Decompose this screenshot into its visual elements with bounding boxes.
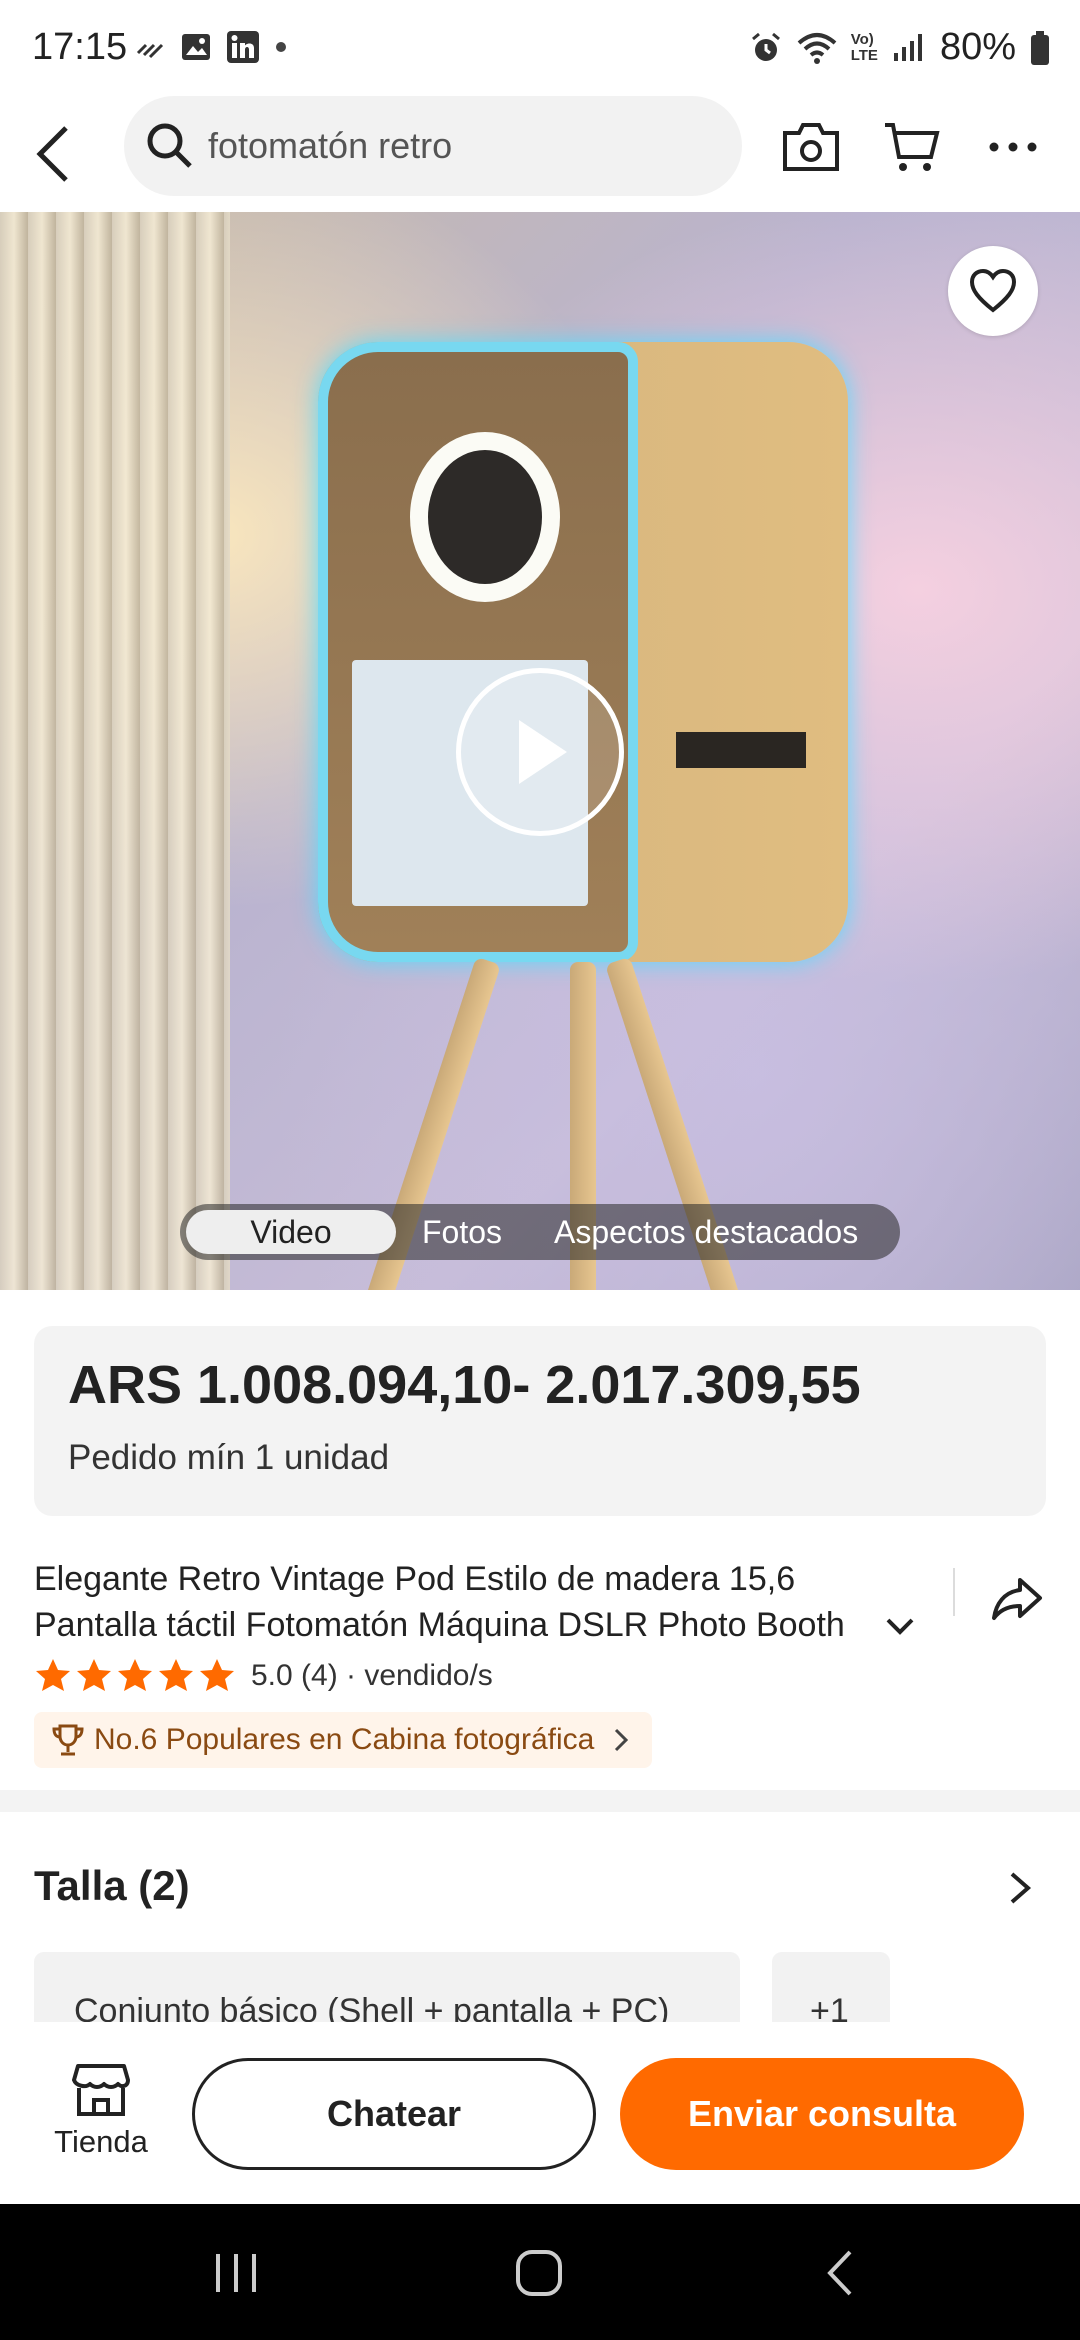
photo-booth-ring-light (410, 432, 560, 602)
store-icon (72, 2064, 130, 2116)
battery-icon (1031, 30, 1049, 65)
more-icon (989, 142, 1037, 152)
background-curtain (0, 212, 230, 1290)
battery-percent: 80% (939, 26, 1016, 68)
play-icon (519, 720, 567, 784)
search-icon (147, 123, 192, 168)
ranking-badge[interactable]: No.6 Populares en Cabina fotográfica (34, 1712, 653, 1768)
search-query: fotomatón retro (208, 125, 453, 166)
product-title[interactable]: Elegante Retro Vintage Pod Estilo de mad… (34, 1556, 914, 1648)
image-search-button[interactable] (776, 112, 846, 182)
tab-highlights[interactable]: Aspectos destacados (528, 1210, 884, 1254)
cart-button[interactable] (876, 112, 946, 182)
share-icon[interactable] (990, 1570, 1046, 1626)
more-options-button[interactable] (978, 112, 1048, 182)
size-more-options[interactable]: +1 (772, 1952, 890, 2032)
status-notification-icons (134, 30, 288, 64)
rating-row[interactable]: 5.0 (4) · vendido/s (34, 1654, 493, 1698)
bottom-action-bar: Tienda Chatear Enviar consulta (0, 2022, 1080, 2204)
back-button[interactable] (26, 116, 82, 192)
star-icon (77, 1659, 111, 1691)
status-bar: 17:15 Vo) LTE 80% (0, 0, 1080, 96)
alarm-icon (751, 32, 780, 61)
photo-booth-print-slot (676, 732, 806, 768)
divider (953, 1568, 955, 1616)
send-inquiry-button[interactable]: Enviar consulta (620, 2058, 1024, 2170)
size-section-title[interactable]: Talla (2) (34, 1862, 190, 1910)
search-header: fotomatón retro (0, 96, 1080, 212)
volte-icon: Vo) LTE (850, 30, 878, 64)
media-tabs: Video Fotos Aspectos destacados (180, 1204, 900, 1260)
play-video-button[interactable] (456, 668, 624, 836)
signal-boost-icon (136, 43, 164, 59)
tab-video[interactable]: Video (186, 1210, 396, 1254)
status-system-icons: Vo) LTE 80% (749, 26, 1050, 69)
camera-search-icon (783, 123, 839, 171)
dot-icon (276, 42, 286, 52)
linkedin-icon (227, 31, 259, 63)
trophy-icon (52, 1724, 84, 1756)
cart-icon (885, 123, 940, 171)
cell-signal-icon (893, 33, 922, 61)
back-nav-icon[interactable] (814, 2248, 874, 2298)
chat-button[interactable]: Chatear (192, 2058, 596, 2170)
system-navigation-bar (0, 2204, 1080, 2340)
back-arrow-icon (36, 126, 68, 182)
star-icon (118, 1659, 152, 1691)
home-icon[interactable] (508, 2248, 568, 2298)
star-icon (200, 1659, 234, 1691)
rating-text: 5.0 (4) · vendido/s (251, 1659, 493, 1692)
search-bar[interactable]: fotomatón retro (124, 96, 742, 196)
ranking-text: No.6 Populares en Cabina fotográfica (94, 1723, 595, 1756)
rating-stars (34, 1657, 239, 1695)
size-option[interactable]: Conjunto básico (Shell + pantalla + PC) (34, 1952, 740, 2032)
chevron-down-icon[interactable] (880, 1606, 920, 1646)
store-button[interactable]: Tienda (28, 2062, 174, 2160)
gallery-icon (182, 34, 210, 60)
price-range: ARS 1.008.094,10- 2.017.309,55 (68, 1355, 861, 1415)
status-time: 17:15 (32, 26, 128, 68)
min-order: Pedido mín 1 unidad (68, 1438, 390, 1477)
section-separator (0, 1790, 1080, 1812)
favorite-button[interactable] (948, 246, 1038, 336)
wifi-icon (797, 32, 837, 64)
heart-icon (969, 268, 1017, 313)
recent-apps-icon[interactable] (206, 2248, 266, 2298)
chevron-right-icon[interactable] (1002, 1868, 1038, 1908)
price-card: ARS 1.008.094,10- 2.017.309,55 Pedido mí… (34, 1326, 1046, 1516)
tab-photos[interactable]: Fotos (396, 1210, 528, 1254)
star-icon (159, 1659, 193, 1691)
store-label: Tienda (54, 2124, 148, 2159)
chevron-right-icon (615, 1728, 629, 1752)
product-media[interactable]: Video Fotos Aspectos destacados (0, 212, 1080, 1290)
star-icon (36, 1659, 70, 1691)
